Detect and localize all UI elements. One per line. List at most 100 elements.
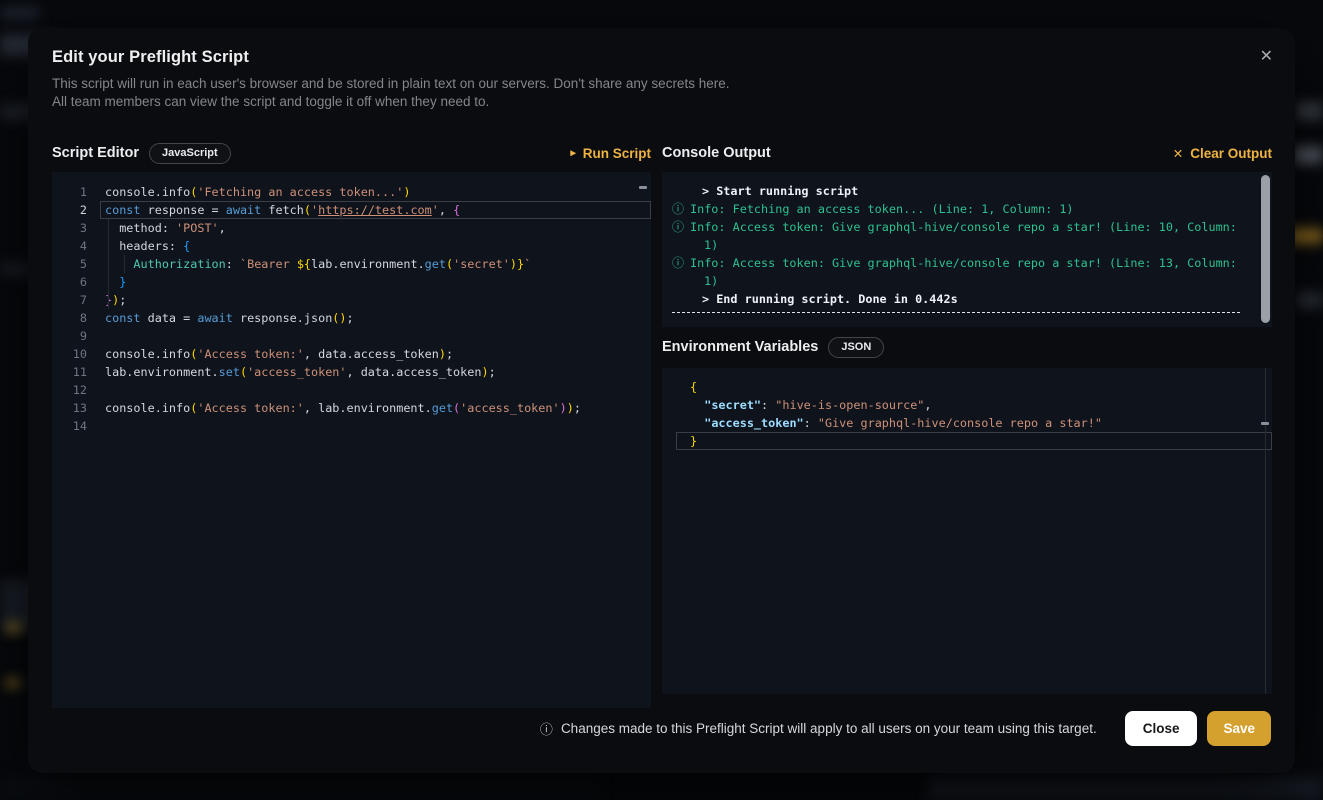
code-token: console.info (105, 401, 190, 415)
code-token: ` (524, 257, 531, 271)
code-token: console.info (105, 185, 190, 199)
code-token: headers: (105, 239, 183, 253)
code-token: , (439, 203, 453, 217)
background-blob (0, 776, 600, 800)
code-token: console.info (105, 347, 190, 361)
line-number: 12 (52, 381, 100, 399)
code-token: 'POST' (176, 221, 219, 235)
code-token: 'Access token:' (197, 401, 304, 415)
console-output-panel: > Start running scriptⓘInfo: Fetching an… (662, 172, 1272, 327)
code-token: ) (339, 311, 346, 325)
description-line-1: This script will run in each user's brow… (52, 76, 729, 91)
code-token (690, 416, 704, 430)
code-token: ; (574, 401, 581, 415)
environment-variables-label: Environment Variables (662, 339, 818, 355)
editor-line: } (676, 432, 1272, 450)
code-token: const (105, 311, 141, 325)
line-number: 1 (52, 183, 100, 201)
code-token: ' (432, 203, 439, 217)
background-blob (928, 776, 1323, 800)
line-number: 5 (52, 255, 100, 273)
editor-line: 2const response = await fetch('https://t… (52, 201, 651, 219)
line-number: 13 (52, 399, 100, 417)
code-token: , (219, 221, 226, 235)
console-scrollbar[interactable] (1261, 175, 1270, 323)
code-token: { (690, 380, 697, 394)
script-editor-label: Script Editor (52, 145, 139, 161)
language-badge: JavaScript (149, 143, 231, 164)
close-button[interactable]: Close (1125, 711, 1198, 746)
background-blob (1296, 292, 1323, 308)
line-number: 9 (52, 327, 100, 345)
modal-title: Edit your Preflight Script (52, 48, 249, 67)
editor-line: 13console.info('Access token:', lab.envi… (52, 399, 651, 417)
script-editor[interactable]: 1console.info('Fetching an access token.… (52, 172, 651, 708)
line-number: 14 (52, 417, 100, 435)
editor-line: 3 method: 'POST', (52, 219, 651, 237)
code-token: const (105, 203, 141, 217)
script-editor-header: Script Editor JavaScript ▸ Run Script (52, 140, 651, 166)
console-log-entry: ⓘInfo: Access token: Give graphql-hive/c… (670, 254, 1264, 290)
line-number: 10 (52, 345, 100, 363)
editor-line: 5 Authorization: `Bearer ${lab.environme… (52, 255, 651, 273)
modal-description: This script will run in each user's brow… (52, 75, 729, 111)
console-log-entry: ⓘInfo: Access token: Give graphql-hive/c… (670, 218, 1264, 254)
line-number: 3 (52, 219, 100, 237)
info-icon: ⓘ (670, 254, 690, 290)
close-icon[interactable]: ✕ (1256, 44, 1277, 68)
code-token: ; (446, 347, 453, 361)
code-token: 'secret' (453, 257, 510, 271)
code-token: lab.environment. (311, 257, 425, 271)
save-button[interactable]: Save (1207, 711, 1271, 746)
info-icon: ⓘ (540, 719, 553, 738)
code-token: "Give graphql-hive/console repo a star!" (818, 416, 1102, 430)
info-icon: ⓘ (670, 200, 690, 218)
code-token: get (432, 401, 453, 415)
editor-line: 8const data = await response.json(); (52, 309, 651, 327)
code-token: ) (439, 347, 446, 361)
info-icon (670, 182, 690, 200)
code-token: ) (567, 401, 574, 415)
code-token: , data.access_token (304, 347, 439, 361)
code-token: Authorization (133, 257, 225, 271)
code-token: get (425, 257, 446, 271)
code-token: "hive-is-open-source" (775, 398, 924, 412)
line-number: 2 (52, 201, 100, 219)
code-token: ; (489, 365, 496, 379)
code-token: `Bearer (240, 257, 297, 271)
code-token (105, 257, 133, 271)
code-token: } (119, 275, 126, 289)
code-token: : (804, 416, 818, 430)
editor-line: 10console.info('Access token:', data.acc… (52, 345, 651, 363)
editor-line: 7}); (52, 291, 651, 309)
console-log-entry: ⓘInfo: Fetching an access token... (Line… (670, 200, 1264, 218)
line-number: 8 (52, 309, 100, 327)
editor-line: "access_token": "Give graphql-hive/conso… (676, 414, 1272, 432)
editor-line: 11lab.environment.set('access_token', da… (52, 363, 651, 381)
code-token: response.json (233, 311, 332, 325)
code-token: set (219, 365, 240, 379)
code-token: ) (560, 401, 567, 415)
code-token: : (761, 398, 775, 412)
preflight-script-modal: ✕ Edit your Preflight Script This script… (28, 28, 1295, 773)
console-output-header: Console Output ✕ Clear Output (662, 140, 1272, 166)
code-token: , (924, 398, 931, 412)
run-script-button[interactable]: ▸ Run Script (570, 146, 651, 161)
editor-line: 9 (52, 327, 651, 345)
code-token: response = (141, 203, 226, 217)
background-blob (1296, 102, 1323, 120)
code-token: ${ (297, 257, 311, 271)
code-token: { (183, 239, 190, 253)
editor-line: 1console.info('Fetching an access token.… (52, 183, 651, 201)
code-token: ) (481, 365, 488, 379)
editor-scroll-track (1265, 368, 1266, 694)
code-token: ) (510, 257, 517, 271)
code-token: ; (119, 293, 126, 307)
background-blob (1294, 146, 1323, 164)
line-number: 4 (52, 237, 100, 255)
code-token: "secret" (704, 398, 761, 412)
code-token: : (226, 257, 240, 271)
code-token: ; (347, 311, 354, 325)
environment-variables-editor[interactable]: { "secret": "hive-is-open-source", "acce… (662, 368, 1272, 694)
clear-output-button[interactable]: ✕ Clear Output (1173, 146, 1272, 161)
